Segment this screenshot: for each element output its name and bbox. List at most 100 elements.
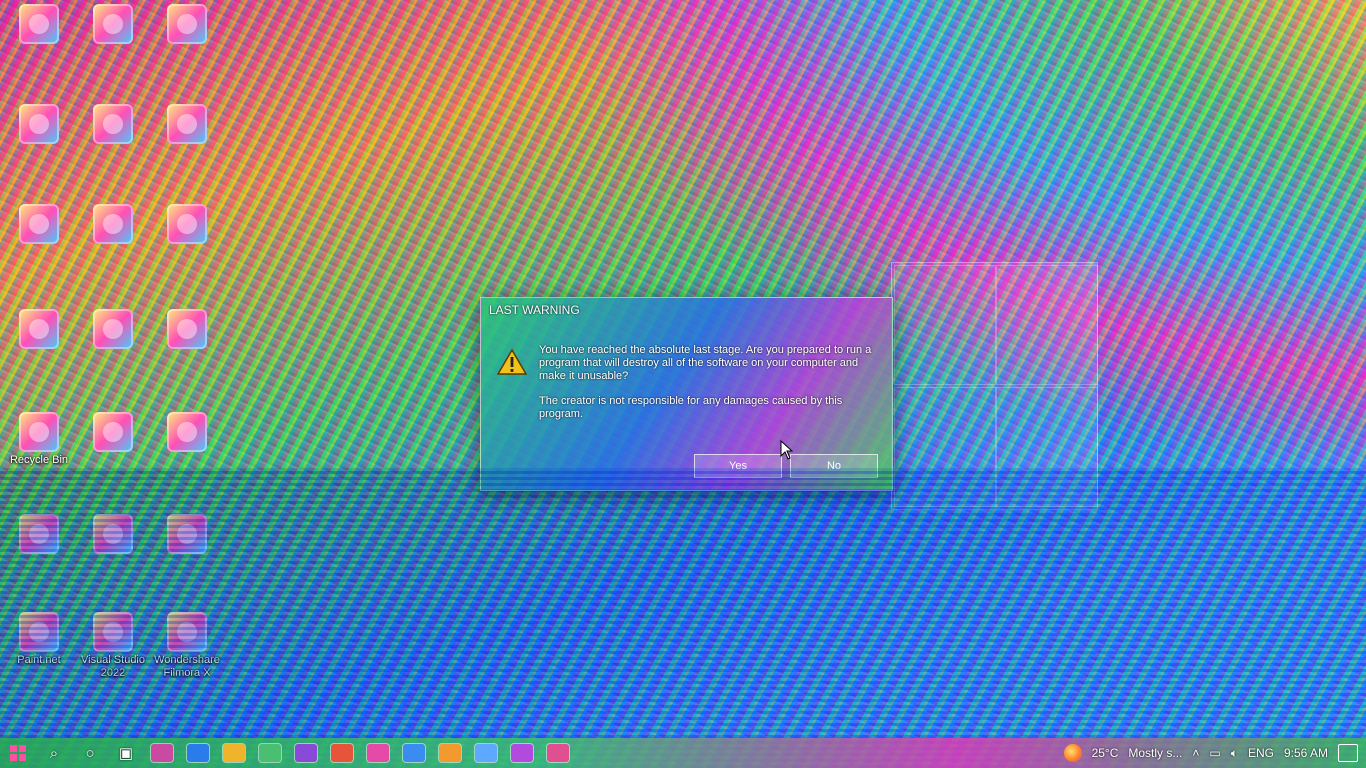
- weather-icon[interactable]: [1063, 744, 1082, 762]
- desktop-icon[interactable]: [152, 309, 222, 351]
- volume-icon[interactable]: 🔈︎: [1231, 746, 1238, 761]
- window-pane: [996, 265, 1098, 385]
- dialog-messages: You have reached the absolute last stage…: [539, 344, 874, 433]
- taskbar-app-file-explorer[interactable]: [216, 738, 252, 768]
- app-icon: [93, 309, 133, 349]
- system-tray: 25°C Mostly s... ˄ ▭ 🔈︎ ENG 9:56 AM: [1063, 744, 1366, 762]
- yes-button[interactable]: Yes: [694, 454, 782, 478]
- taskbar-app[interactable]: [360, 738, 396, 768]
- taskbar-app[interactable]: [396, 738, 432, 768]
- office-icon: [331, 744, 353, 762]
- warning-dialog: LAST WARNING You have reached the absolu…: [480, 297, 893, 491]
- app-icon: [167, 4, 207, 44]
- task-view-button[interactable]: ▣: [108, 738, 144, 768]
- search-button[interactable]: ⌕: [36, 738, 72, 768]
- app-icon: [475, 744, 497, 762]
- app-icon: [19, 514, 59, 554]
- no-button[interactable]: No: [790, 454, 878, 478]
- windows-logo-icon: [10, 745, 26, 761]
- warning-icon: [497, 348, 527, 375]
- desktop-icon[interactable]: [78, 204, 148, 246]
- taskbar-app[interactable]: [432, 738, 468, 768]
- paint-net-icon: [19, 612, 59, 652]
- app-icon: [151, 744, 173, 762]
- dialog-titlebar[interactable]: LAST WARNING: [481, 298, 892, 322]
- window-pane: [894, 265, 996, 385]
- desktop-icon[interactable]: [152, 4, 222, 46]
- visual-studio-icon: [93, 612, 133, 652]
- app-icon: [167, 104, 207, 144]
- desktop-icon[interactable]: [152, 412, 222, 454]
- desktop-icon-paint-net[interactable]: Paint.net: [4, 612, 74, 667]
- app-icon: [547, 744, 569, 762]
- app-icon: [19, 204, 59, 244]
- desktop-icon[interactable]: [78, 412, 148, 454]
- taskbar-app-store[interactable]: [252, 738, 288, 768]
- desktop-icon[interactable]: [152, 204, 222, 246]
- store-icon: [259, 744, 281, 762]
- task-view-icon: ▣: [118, 745, 134, 762]
- dialog-message-primary: You have reached the absolute last stage…: [539, 344, 872, 382]
- dialog-body: You have reached the absolute last stage…: [481, 322, 892, 433]
- desktop-icon[interactable]: [78, 309, 148, 351]
- desktop-icon[interactable]: [4, 309, 74, 351]
- taskbar-app[interactable]: [144, 738, 180, 768]
- desktop-icon[interactable]: [4, 204, 74, 246]
- recycle-bin-icon: [19, 412, 59, 452]
- mouse-cursor-icon: [780, 440, 794, 460]
- taskbar-app-edge[interactable]: [180, 738, 216, 768]
- taskbar-app[interactable]: [288, 738, 324, 768]
- start-button[interactable]: [0, 738, 36, 768]
- cortana-button[interactable]: ○: [72, 738, 108, 768]
- folder-icon: [223, 744, 245, 762]
- clock-time[interactable]: 9:56 AM: [1284, 746, 1328, 760]
- desktop-icon-recycle-bin[interactable]: Recycle Bin: [4, 412, 74, 467]
- notification-icon[interactable]: [1338, 744, 1358, 762]
- app-icon: [295, 744, 317, 762]
- app-icon: [511, 744, 533, 762]
- desktop-icon-grid: Recycle Bin Paint.net Visual Studio 2022…: [4, 4, 234, 704]
- taskbar-app[interactable]: [468, 738, 504, 768]
- desktop-icon[interactable]: [78, 4, 148, 46]
- dialog-message-secondary: The creator is not responsible for any d…: [539, 395, 843, 420]
- desktop-icon[interactable]: [78, 104, 148, 146]
- app-icon: [19, 309, 59, 349]
- desktop-icon[interactable]: [152, 514, 222, 556]
- taskbar: ⌕ ○ ▣ 25°C Mostly s... ˄ ▭ 🔈︎ ENG 9:56 A…: [0, 738, 1366, 768]
- network-icon[interactable]: ▭: [1209, 746, 1220, 760]
- window-pane: [996, 387, 1098, 507]
- app-icon: [93, 204, 133, 244]
- desktop-icon[interactable]: [4, 514, 74, 556]
- taskbar-app-office[interactable]: [324, 738, 360, 768]
- desktop-icon[interactable]: [78, 514, 148, 556]
- app-icon: [167, 309, 207, 349]
- app-icon: [93, 4, 133, 44]
- desktop-icon[interactable]: [4, 104, 74, 146]
- dialog-title: LAST WARNING: [489, 303, 580, 317]
- filmora-icon: [167, 612, 207, 652]
- desktop-icon[interactable]: [4, 4, 74, 46]
- chevron-up-icon[interactable]: ˄: [1192, 746, 1199, 760]
- app-icon: [167, 514, 207, 554]
- background-window: [891, 262, 1098, 510]
- app-icon: [167, 204, 207, 244]
- app-icon: [93, 104, 133, 144]
- taskbar-app[interactable]: [504, 738, 540, 768]
- edge-icon: [187, 744, 209, 762]
- app-icon: [367, 744, 389, 762]
- app-icon: [93, 412, 133, 452]
- input-language[interactable]: ENG: [1248, 746, 1274, 760]
- app-icon: [19, 4, 59, 44]
- desktop-icon[interactable]: [152, 104, 222, 146]
- weather-temperature[interactable]: 25°C: [1092, 746, 1119, 760]
- app-icon: [93, 514, 133, 554]
- app-icon: [19, 104, 59, 144]
- cortana-icon: ○: [85, 744, 95, 762]
- desktop-icon-visual-studio[interactable]: Visual Studio 2022: [78, 612, 148, 680]
- search-icon: ⌕: [49, 744, 59, 762]
- weather-description[interactable]: Mostly s...: [1128, 746, 1182, 760]
- taskbar-app-active[interactable]: [540, 738, 576, 768]
- window-pane: [894, 387, 996, 507]
- app-icon: [167, 412, 207, 452]
- desktop-icon-filmora[interactable]: Wondershare Filmora X: [152, 612, 222, 680]
